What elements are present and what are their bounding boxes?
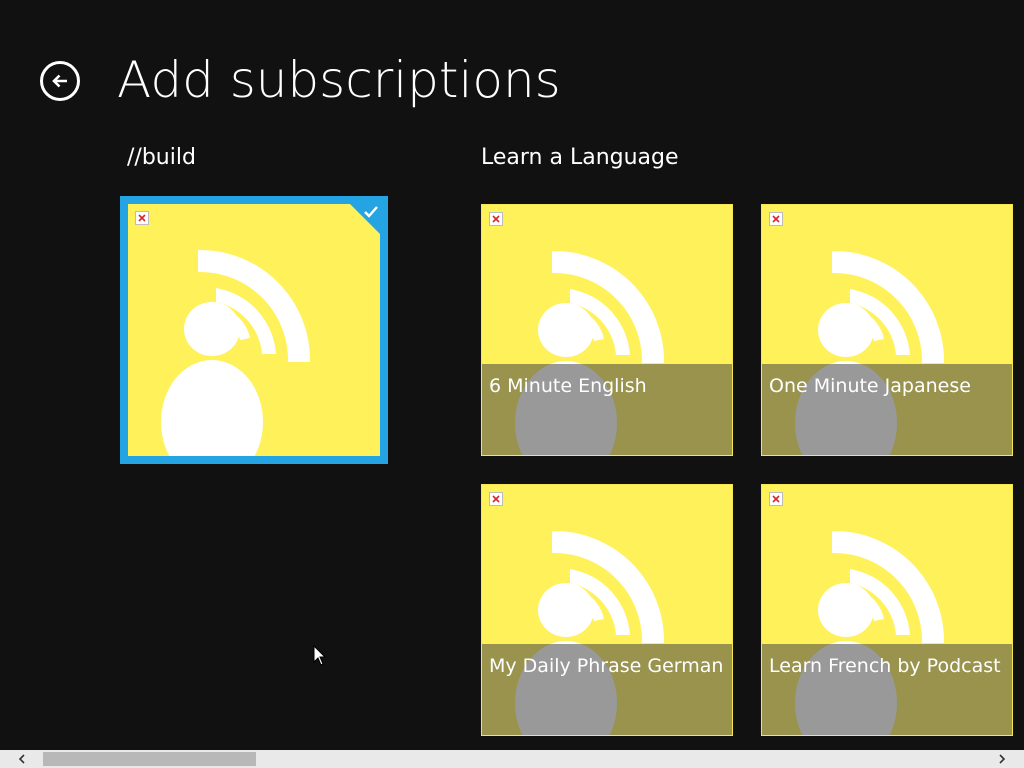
broken-image-icon [769,212,783,226]
scrollbar-thumb[interactable] [43,752,256,766]
broken-image-icon [489,492,503,506]
page-title: Add subscriptions [117,51,561,109]
tile-label: One Minute Japanese [769,375,971,397]
broken-image-icon [135,211,149,225]
tile-caption-overlay: One Minute Japanese [762,364,1012,455]
subscription-tile[interactable]: Learn French by Podcast [761,484,1013,736]
back-arrow-icon [52,74,67,88]
horizontal-scrollbar[interactable] [0,750,1024,768]
subscription-tile-build[interactable] [120,196,388,464]
podcast-icon [161,249,311,456]
tile-caption-overlay: 6 Minute English [482,364,732,455]
group-header-build: //build [127,145,196,170]
back-button[interactable] [40,61,80,101]
scroll-left-button[interactable] [12,750,32,768]
subscription-tile[interactable]: One Minute Japanese [761,204,1013,456]
mouse-cursor-icon [313,645,327,666]
checkmark-icon [364,206,378,218]
tile-caption-overlay: Learn French by Podcast [762,644,1012,735]
tile-label: 6 Minute English [489,375,647,397]
chevron-left-icon [18,754,25,764]
tile-label: Learn French by Podcast [769,655,1001,677]
broken-image-icon [769,492,783,506]
subscription-tile[interactable]: 6 Minute English [481,204,733,456]
add-subscriptions-page: Add subscriptions //build Learn a Langua… [0,0,1024,768]
tile-image-area [128,204,380,456]
group-header-learn-a-language: Learn a Language [481,145,679,170]
broken-image-icon [489,212,503,226]
tile-caption-overlay: My Daily Phrase German [482,644,732,735]
subscription-tile[interactable]: My Daily Phrase German [481,484,733,736]
scroll-right-button[interactable] [992,750,1012,768]
tile-label: My Daily Phrase German [489,655,724,677]
chevron-right-icon [999,754,1006,764]
